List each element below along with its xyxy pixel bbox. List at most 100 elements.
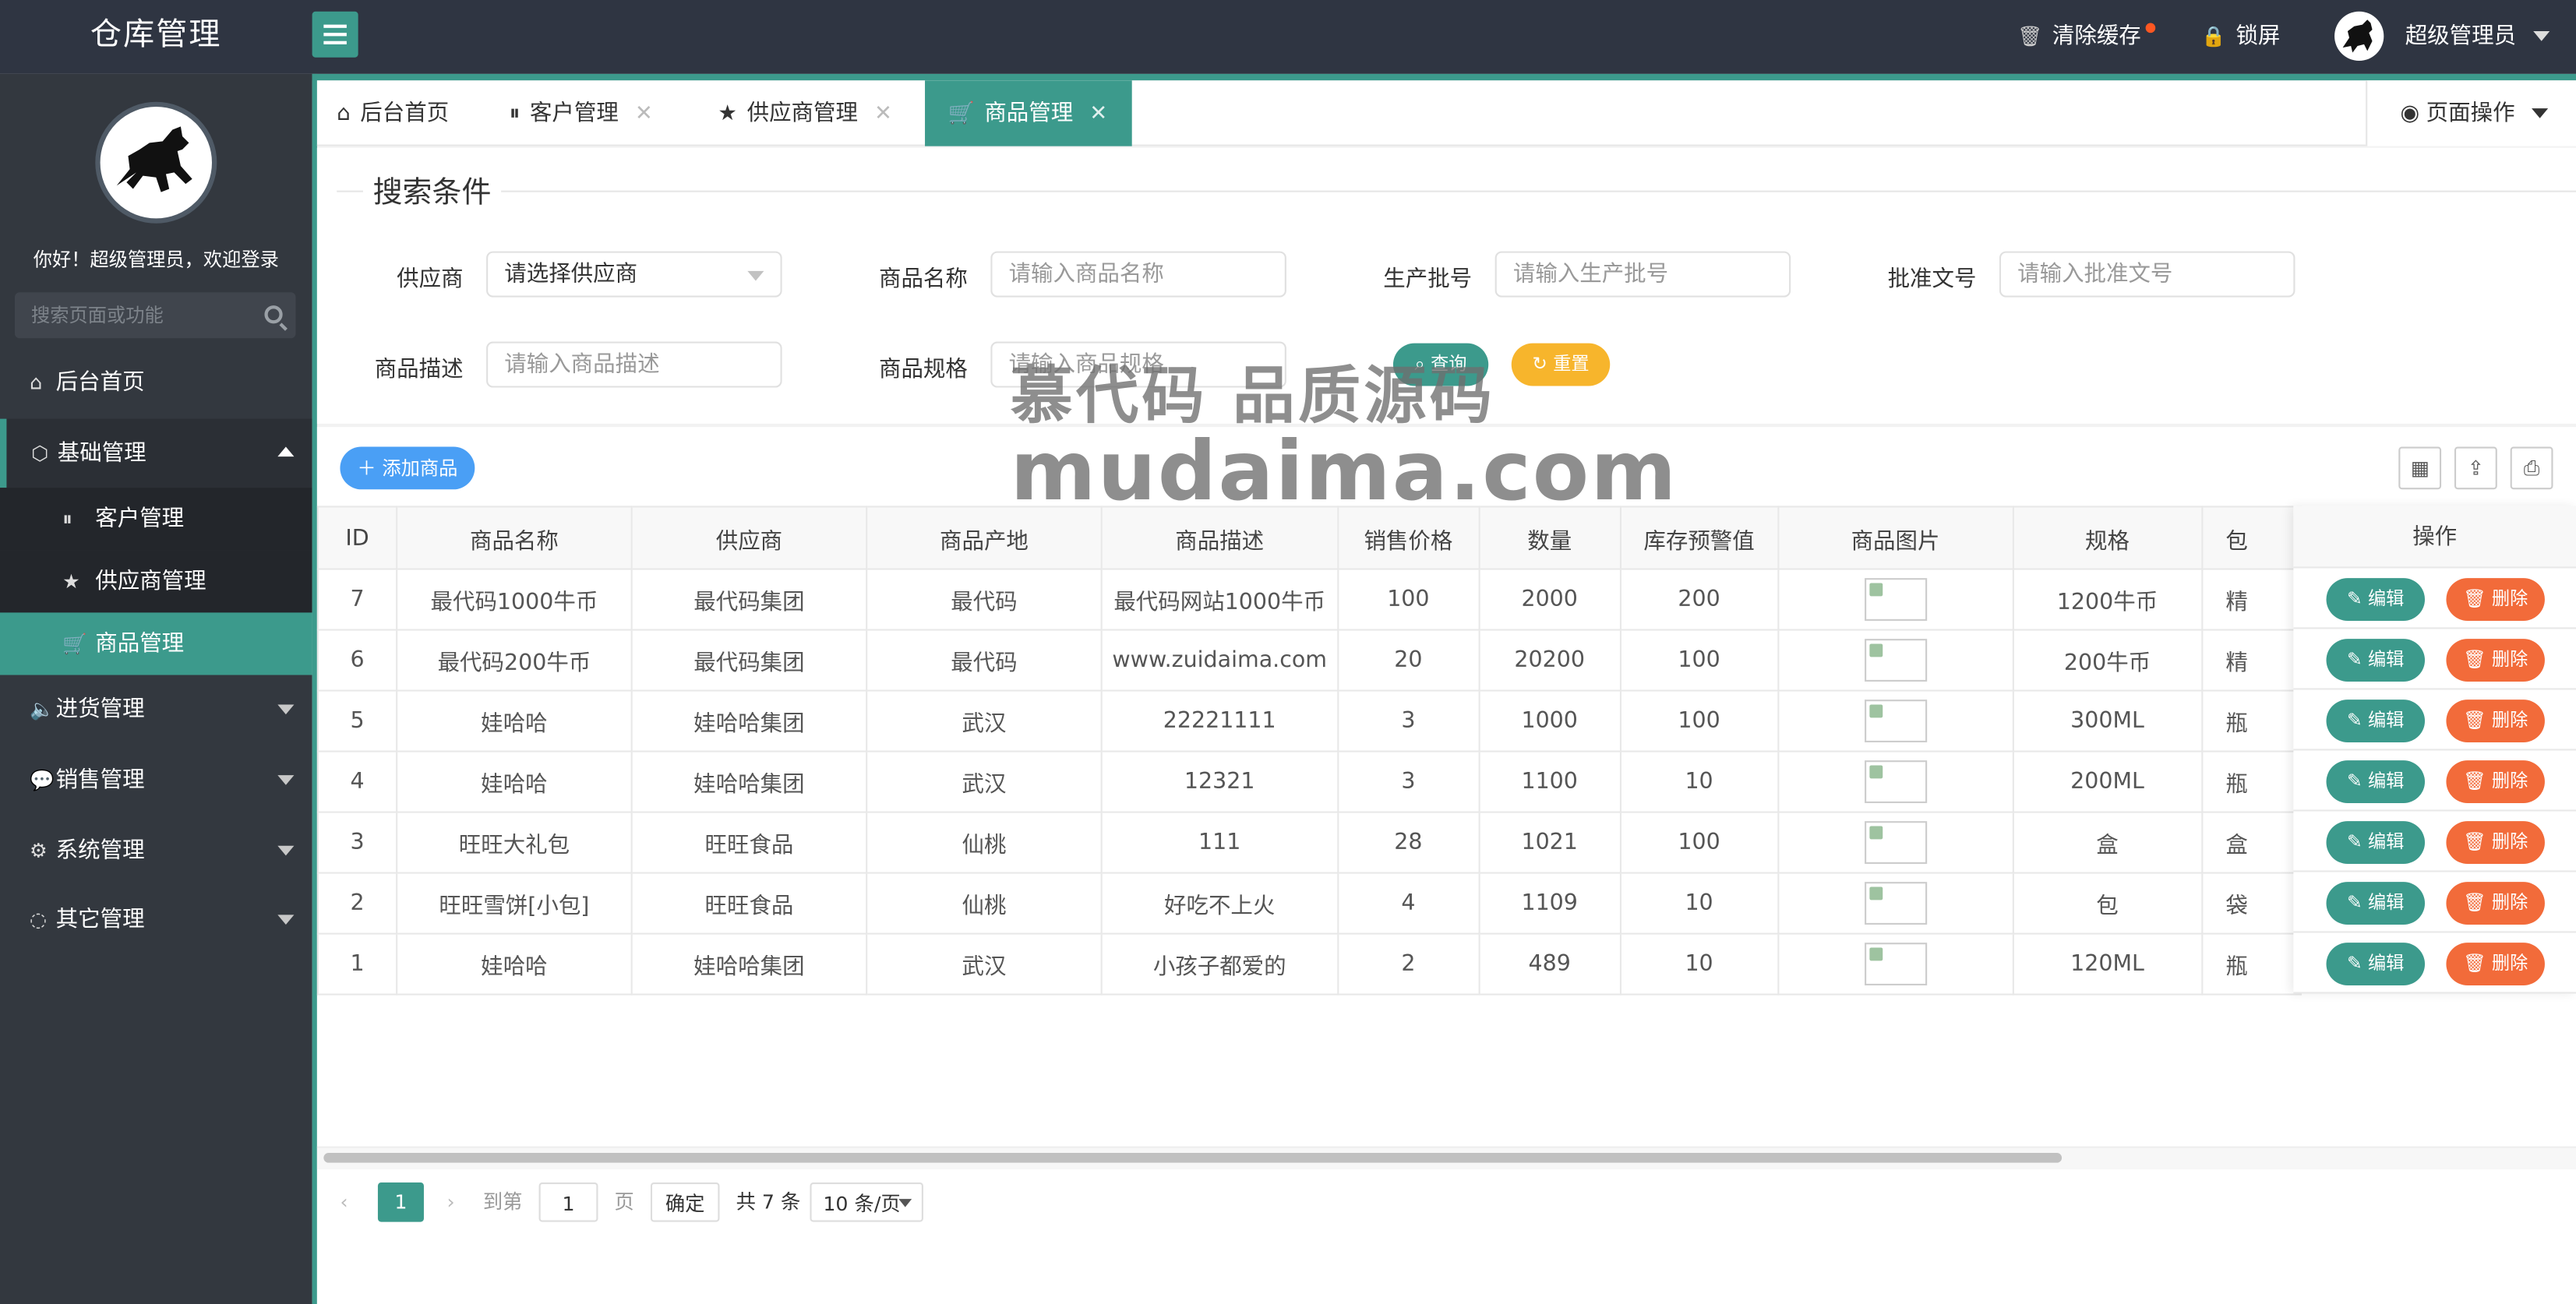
edit-button[interactable]: ✎ 编辑 — [2326, 700, 2426, 742]
close-icon[interactable]: ✕ — [874, 82, 892, 147]
column-header[interactable]: 供应商 — [630, 506, 868, 570]
approval-no-input[interactable]: 请输入批准文号 — [1999, 251, 2295, 298]
tab-supplier[interactable]: ★ 供应商管理 ✕ — [718, 80, 925, 146]
table-cell-spec: 120ML — [2012, 932, 2203, 996]
goods-image-cell — [1777, 750, 2014, 813]
clear-cache-button[interactable]: 🗑 清除缓存 — [2017, 0, 2141, 74]
table-cell-origin: 武汉 — [866, 932, 1103, 996]
sidebar-item-supplier[interactable]: ★ 供应商管理 — [0, 550, 312, 613]
pagination: ‹ 1 › 到第 1 页 确定 共 7 条 10 条/页 — [317, 1169, 2576, 1235]
table-cell-origin: 最代码 — [866, 568, 1103, 631]
delete-button[interactable]: 🗑 删除 — [2446, 943, 2545, 985]
goto-label: 到第 — [482, 1190, 523, 1214]
table-row[interactable]: 1 娃哈哈 娃哈哈集团 武汉 小孩子都爱的 2 489 10 120ML 瓶 — [316, 932, 2302, 996]
table-row[interactable]: 4 娃哈哈 娃哈哈集团 武汉 12321 3 1100 10 200ML 瓶 — [316, 750, 2302, 813]
supplier-select[interactable]: 请选择供应商 — [486, 251, 782, 298]
trash-icon: 🗑 — [2463, 709, 2486, 731]
column-header[interactable]: 商品名称 — [396, 506, 633, 570]
delete-button[interactable]: 🗑 删除 — [2446, 760, 2545, 803]
lock-screen-label: 锁屏 — [2235, 23, 2281, 50]
page-1-button[interactable]: 1 — [377, 1182, 424, 1222]
table-cell-qty: 1000 — [1477, 689, 1621, 752]
sidebar-item-basic[interactable]: ⬡ 基础管理 — [0, 418, 312, 488]
table-row[interactable]: 6 最代码200牛币 最代码集团 最代码 www.zuidaima.com 20 20200… — [316, 629, 2302, 692]
table-row[interactable]: 2 旺旺雪饼[小包] 旺旺食品 仙桃 好吃不上火 4 1109 10 包袋 — [316, 872, 2302, 935]
goods-name-input[interactable]: 请输入商品名称 — [990, 251, 1286, 298]
column-header[interactable]: 销售价格 — [1336, 506, 1480, 570]
sidebar-item-goods[interactable]: 🛒 商品管理 — [0, 612, 312, 675]
app-title: 仓库管理 — [90, 16, 222, 53]
sidebar-item-customer[interactable]: ⏸ 客户管理 — [0, 488, 312, 551]
sidebar-item-home[interactable]: ⌂ 后台首页 — [0, 348, 312, 418]
table-cell-price: 28 — [1336, 811, 1480, 874]
close-icon[interactable]: ✕ — [635, 82, 653, 147]
edit-button[interactable]: ✎ 编辑 — [2326, 578, 2426, 621]
user-avatar[interactable] — [2334, 11, 2384, 62]
goto-confirm-button[interactable]: 确定 — [650, 1182, 720, 1222]
edit-button[interactable]: ✎ 编辑 — [2326, 943, 2426, 985]
column-header[interactable]: 商品产地 — [866, 506, 1103, 570]
page-size-select[interactable]: 10 条/页 — [810, 1182, 923, 1222]
table-cell-warn: 100 — [1619, 689, 1779, 752]
user-menu[interactable]: 超级管理员 — [2405, 0, 2550, 74]
tab-home[interactable]: ⌂ 后台首页 — [337, 80, 501, 146]
column-header[interactable]: 商品图片 — [1777, 506, 2014, 570]
tab-goods[interactable]: 🛒 商品管理 ✕ — [925, 80, 1132, 146]
export-icon[interactable]: ⇪ — [2454, 446, 2497, 490]
delete-button[interactable]: 🗑 删除 — [2446, 821, 2545, 864]
column-header[interactable]: ID — [316, 506, 398, 570]
edit-button[interactable]: ✎ 编辑 — [2326, 760, 2426, 803]
batch-no-input[interactable]: 请输入生产批号 — [1494, 251, 1791, 298]
print-icon[interactable]: ⎙ — [2510, 446, 2553, 490]
table-cell-desc: 111 — [1100, 811, 1339, 874]
edit-button[interactable]: ✎ 编辑 — [2326, 821, 2426, 864]
horse-logo-icon — [116, 126, 192, 192]
broken-image-icon — [1864, 760, 1927, 803]
column-header[interactable]: 商品描述 — [1100, 506, 1339, 570]
supplier-label: 供应商 — [397, 266, 464, 293]
edit-button[interactable]: ✎ 编辑 — [2326, 639, 2426, 682]
delete-button[interactable]: 🗑 删除 — [2446, 700, 2545, 742]
page-operations-menu[interactable]: ◉ 页面操作 — [2366, 80, 2576, 146]
delete-button[interactable]: 🗑 删除 — [2446, 882, 2545, 925]
table-cell-name: 旺旺大礼包 — [396, 811, 633, 874]
table-row[interactable]: 3 旺旺大礼包 旺旺食品 仙桃 111 28 1021 100 盒盒 — [316, 811, 2302, 874]
prev-page-icon[interactable]: ‹ — [340, 1182, 348, 1222]
add-goods-button[interactable]: ＋ 添加商品 — [340, 446, 475, 490]
goods-spec-input[interactable]: 请输入商品规格 — [990, 341, 1286, 388]
delete-button[interactable]: 🗑 删除 — [2446, 639, 2545, 682]
trash-icon: 🗑 — [2463, 952, 2486, 974]
horizontal-scrollbar[interactable] — [323, 1153, 2063, 1163]
pencil-icon: ✎ — [2347, 587, 2363, 610]
table-row[interactable]: 5 娃哈哈 娃哈哈集团 武汉 22221111 3 1000 100 300ML 瓶 — [316, 689, 2302, 752]
table-row[interactable]: 7 最代码1000牛币 最代码集团 最代码 最代码网站1000牛币 100 2000 200 1… — [316, 568, 2302, 631]
reset-button[interactable]: ↻ 重置 — [1511, 343, 1611, 386]
goods-desc-input[interactable]: 请输入商品描述 — [486, 341, 782, 388]
circle-dashed-icon: ◌ — [29, 908, 48, 932]
tab-customer[interactable]: ⏸ 客户管理 ✕ — [510, 80, 707, 146]
chevron-down-icon — [277, 775, 295, 785]
next-page-icon[interactable]: › — [446, 1182, 454, 1222]
sidebar-item-system[interactable]: ⚙ 系统管理 — [0, 816, 312, 886]
goto-page-input[interactable]: 1 — [538, 1182, 598, 1222]
sidebar-item-other[interactable]: ◌ 其它管理 — [0, 885, 312, 954]
close-icon[interactable]: ✕ — [1089, 82, 1107, 147]
edit-button[interactable]: ✎ 编辑 — [2326, 882, 2426, 925]
column-header[interactable]: 规格 — [2012, 506, 2203, 570]
lock-screen-button[interactable]: 🔒 锁屏 — [2201, 0, 2280, 74]
column-header[interactable]: 包 — [2200, 506, 2302, 570]
goods-table: ID 商品名称 供应商 商品产地 商品描述 销售价格 数量 库存预警值 商品图片… — [316, 506, 2302, 996]
table-cell-qty: 1100 — [1477, 750, 1621, 813]
columns-icon[interactable]: ▦ — [2398, 446, 2442, 490]
table-cell-pack: 瓶 — [2200, 750, 2302, 813]
goods-image-cell — [1777, 811, 2014, 874]
table-cell-id: 7 — [316, 568, 398, 631]
sidebar-item-purchase[interactable]: 🔈 进货管理 — [0, 675, 312, 745]
menu-toggle-button[interactable] — [312, 11, 358, 58]
delete-button[interactable]: 🗑 删除 — [2446, 578, 2545, 621]
query-button[interactable]: ⌕ 查询 — [1392, 343, 1489, 386]
sidebar-item-sales[interactable]: 💬 销售管理 — [0, 745, 312, 815]
sidebar-search-input[interactable]: 搜索页面或功能 — [14, 292, 296, 339]
column-header[interactable]: 数量 — [1477, 506, 1621, 570]
column-header[interactable]: 库存预警值 — [1619, 506, 1779, 570]
